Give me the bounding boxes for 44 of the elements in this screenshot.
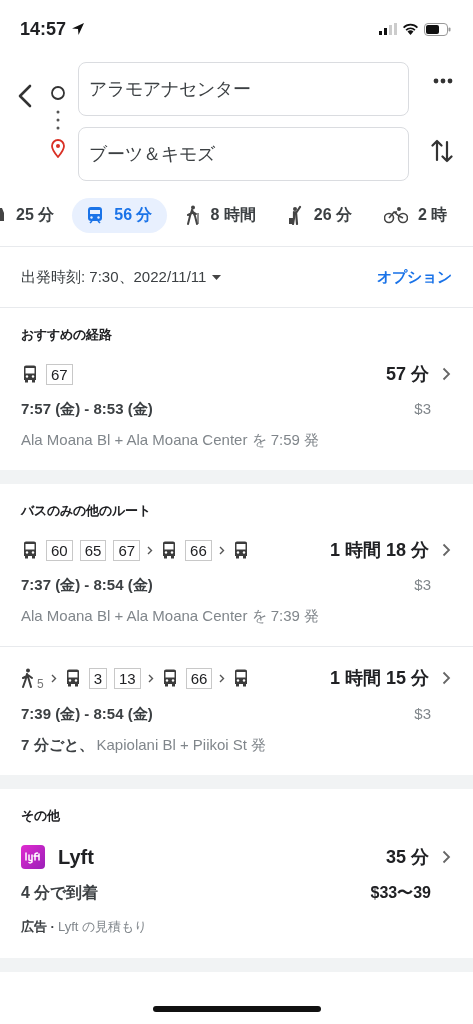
ride-service-name: Lyft	[58, 845, 94, 869]
ride-option[interactable]: Lyft 35 分 4 分で到着 $33〜39 広告 · Lyft の見積もり	[0, 825, 473, 958]
destination-field[interactable]: ブーツ＆キモズ	[78, 126, 409, 181]
route-fare: $3	[414, 576, 431, 595]
bus-line-badge: 67	[46, 363, 73, 385]
travel-mode-tab[interactable]: 25 分	[0, 197, 69, 233]
route-duration: 35 分	[385, 846, 429, 869]
section-title: おすすめの経路	[20, 326, 113, 344]
travel-mode-tab[interactable]: 26 分	[273, 197, 367, 233]
route-duration: 1 時間 18 分	[329, 539, 429, 562]
section-title: その他	[20, 807, 61, 825]
options-link[interactable]: オプション	[377, 267, 452, 287]
route-frequency: 7 分ごと、	[21, 736, 94, 755]
ad-label: 広告 ·	[21, 918, 55, 936]
route-duration: 1 時間 15 分	[329, 667, 429, 690]
route-times: 7:57 (金) - 8:53 (金)	[21, 400, 153, 419]
walk-minutes: 5	[37, 677, 44, 691]
bus-line-badge: 66	[185, 539, 212, 561]
route-departure-stop: Kapiolani Bl + Piikoi St 発	[96, 736, 267, 755]
bus-line-badge: 66	[185, 667, 213, 689]
route-departure-stop: Ala Moana Bl + Ala Moana Center を 7:39 発	[21, 607, 320, 626]
route-times: 7:37 (金) - 8:54 (金)	[21, 576, 153, 595]
travel-mode-tab[interactable]: 2 時	[370, 197, 462, 233]
departure-time-dropdown[interactable]: 出発時刻: 7:30、2022/11/11	[21, 267, 207, 287]
route-option[interactable]: 67 57 分 7:57 (金) - 8:53 (金) $3 Ala Moana Bl + Ala Moana Center を 7:59 発	[0, 344, 473, 470]
section-title: バスのみの他のルート	[19, 502, 152, 520]
route-fare: $3	[414, 400, 431, 419]
route-duration: 57 分	[385, 363, 429, 386]
route-option[interactable]: 5 3 13 66 1 時間 15 分 7:39 (金) - 8:54 (金) $3 7 分ごと、 Kapiolani Bl + Piikoi St 発	[0, 647, 473, 775]
bus-line-badge: 67	[113, 539, 141, 561]
status-time: 14:57	[20, 18, 67, 40]
ride-fare: $33〜39	[370, 883, 431, 903]
bus-line-badge: 3	[88, 667, 108, 689]
route-departure-stop: Ala Moana Bl + Ala Moana Center を 7:59 発	[21, 431, 320, 450]
travel-mode-tab[interactable]: 8 時間	[170, 197, 270, 233]
travel-mode-tab[interactable]: 56 分	[72, 197, 167, 233]
route-fare: $3	[414, 705, 431, 724]
estimate-source: Lyft の見積もり	[57, 918, 148, 936]
route-times: 7:39 (金) - 8:54 (金)	[21, 705, 153, 724]
bus-line-badge: 65	[79, 539, 107, 561]
bus-line-badge: 60	[46, 539, 73, 561]
origin-field[interactable]: アラモアナセンター	[78, 61, 409, 116]
bus-line-badge: 13	[114, 667, 141, 689]
arrival-estimate: 4 分で到着	[21, 883, 99, 903]
